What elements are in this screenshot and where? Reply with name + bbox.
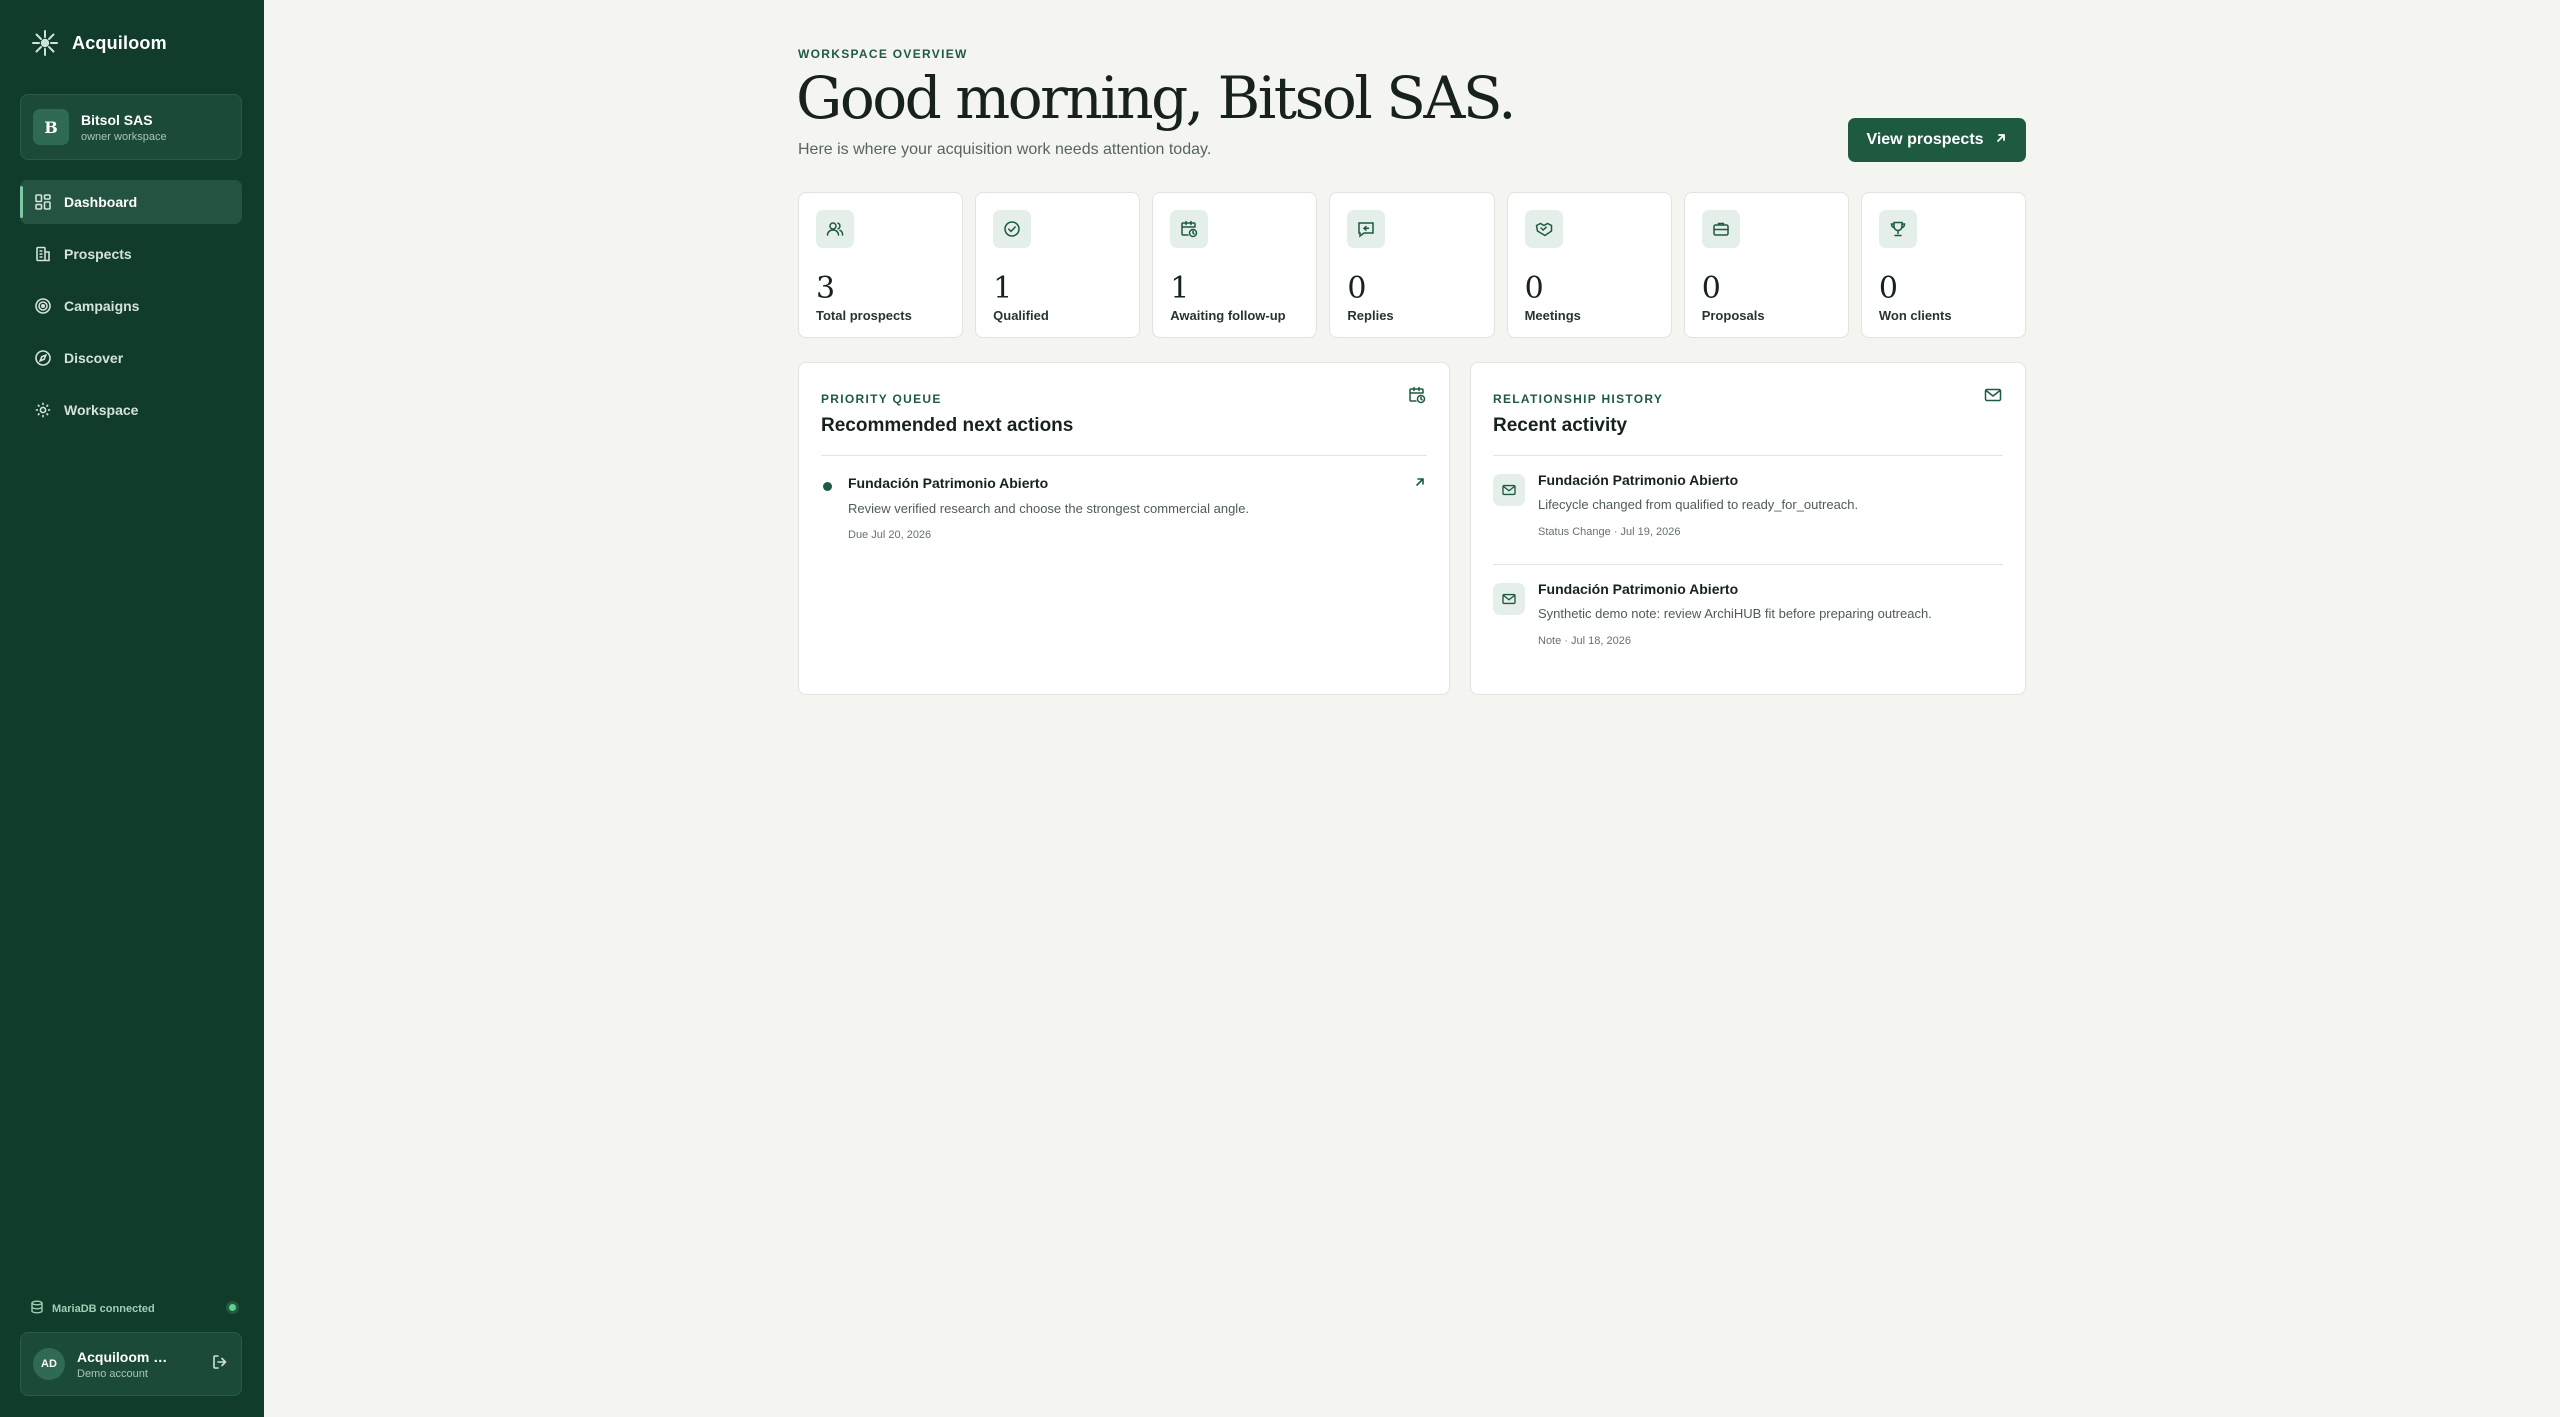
sidebar-item-campaigns[interactable]: Campaigns (20, 284, 242, 328)
acquiloom-logo-icon (30, 28, 60, 58)
stat-label: Qualified (993, 308, 1049, 323)
sidebar-item-label: Workspace (64, 402, 139, 418)
gear-icon (34, 401, 52, 419)
stat-label: Proposals (1701, 308, 1765, 323)
sidebar-item-label: Dashboard (64, 194, 138, 210)
sidebar-nav: Dashboard Prospects Campaigns Discover W… (20, 180, 242, 440)
stat-value: 0 (1878, 271, 1898, 306)
stat-value: 0 (1347, 271, 1367, 306)
calendar-clock-icon (1407, 385, 1427, 410)
prospect-name: Fundación Patrimonio Abierto (848, 475, 1049, 491)
arrow-up-right-icon (1994, 131, 2008, 150)
brand[interactable]: Acquiloom (30, 28, 167, 58)
priority-queue-panel: PRIORITY QUEUE Recommended next actions … (798, 362, 1450, 695)
stat-value: 3 (816, 271, 836, 306)
sidebar-item-label: Discover (64, 350, 124, 366)
stat-card-proposals: 0 Proposals (1683, 192, 1849, 338)
stat-card-replies: 0 Replies (1329, 192, 1495, 338)
stat-card-qualified: 1 Qualified (975, 192, 1141, 338)
account-name: Acquiloom Demo (77, 1348, 177, 1365)
stat-label: Awaiting follow-up (1170, 308, 1286, 323)
sidebar-item-label: Campaigns (64, 298, 140, 314)
stat-card-won-clients: 0 Won clients (1860, 192, 2026, 338)
workspace-switcher[interactable]: B Bitsol SAS owner workspace (20, 94, 242, 160)
arrow-up-right-icon[interactable] (1413, 475, 1427, 494)
mail-icon (1493, 583, 1525, 615)
account-type: Demo account (77, 1367, 148, 1380)
logout-icon[interactable] (211, 1353, 229, 1376)
message-reply-icon (1347, 210, 1386, 248)
stat-card-meetings: 0 Meetings (1506, 192, 1672, 338)
workspace-avatar: B (33, 109, 69, 145)
account-card[interactable]: AD Acquiloom Demo Demo account (20, 1332, 242, 1396)
activity-description: Lifecycle changed from qualified to read… (1538, 497, 1859, 512)
users-icon (816, 210, 854, 248)
sidebar: Acquiloom B Bitsol SAS owner workspace D… (0, 0, 264, 1417)
stat-value: 0 (1701, 271, 1721, 306)
page-title: Good morning, Bitsol SAS. (796, 64, 1517, 132)
stat-label: Won clients (1878, 308, 1952, 323)
briefcase-icon (1701, 210, 1740, 248)
panel-eyebrow: RELATIONSHIP HISTORY (1493, 392, 1664, 406)
stat-value: 0 (1524, 271, 1544, 306)
avatar: AD (33, 1348, 65, 1380)
priority-dot (823, 482, 832, 491)
prospect-name: Fundación Patrimonio Abierto (1538, 581, 1739, 597)
stat-card-awaiting-follow-up: 1 Awaiting follow-up (1152, 192, 1318, 338)
action-description: Review verified research and choose the … (848, 501, 1250, 516)
stat-value: 1 (1170, 271, 1190, 306)
activity-meta: Status Change · Jul 19, 2026 (1538, 526, 1681, 538)
panel-eyebrow: PRIORITY QUEUE (821, 392, 942, 406)
sidebar-item-discover[interactable]: Discover (20, 336, 242, 380)
stats-row: 3 Total prospects 1 Qualified 1 Awaiting… (798, 192, 2026, 338)
trophy-icon (1878, 210, 1917, 248)
target-icon (34, 297, 52, 315)
relationship-history-panel: RELATIONSHIP HISTORY Recent activity Fun… (1470, 362, 2026, 695)
sidebar-item-workspace[interactable]: Workspace (20, 388, 242, 432)
mail-icon (1983, 385, 2003, 410)
brand-name: Acquiloom (72, 32, 167, 53)
list-item[interactable]: Fundación Patrimonio Abierto Lifecycle c… (1493, 456, 2003, 556)
database-icon (30, 1300, 44, 1317)
page-subtitle: Here is where your acquisition work need… (798, 141, 1212, 158)
workspace-role: owner workspace (81, 130, 167, 143)
database-status: MariaDB connected (30, 1300, 236, 1317)
database-status-label: MariaDB connected (52, 1302, 155, 1315)
stat-label: Total prospects (816, 308, 912, 323)
panel-title: Recent activity (1493, 415, 1628, 436)
sidebar-item-label: Prospects (64, 246, 132, 262)
prospect-name: Fundación Patrimonio Abierto (1538, 472, 1739, 488)
calendar-clock-icon (1170, 210, 1209, 248)
check-circle-icon (993, 210, 1032, 248)
list-item[interactable]: Fundación Patrimonio Abierto Synthetic d… (1493, 564, 2003, 664)
stat-label: Replies (1347, 308, 1394, 323)
compass-icon (34, 349, 52, 367)
due-date: Due Jul 20, 2026 (848, 529, 932, 541)
sidebar-item-dashboard[interactable]: Dashboard (20, 180, 242, 224)
grid-icon (34, 193, 52, 211)
stat-value: 1 (993, 271, 1013, 306)
status-indicator (229, 1304, 236, 1311)
panel-title: Recommended next actions (821, 415, 1074, 436)
divider (821, 455, 1427, 456)
handshake-icon (1524, 210, 1563, 248)
activity-meta: Note · Jul 18, 2026 (1538, 635, 1631, 647)
mail-icon (1493, 474, 1525, 506)
sidebar-item-prospects[interactable]: Prospects (20, 232, 242, 276)
button-label: View prospects (1866, 131, 1984, 148)
activity-description: Synthetic demo note: review ArchiHUB fit… (1538, 606, 1932, 621)
stat-label: Meetings (1524, 308, 1581, 323)
building-icon (34, 245, 52, 263)
stat-card-total-prospects: 3 Total prospects (798, 192, 964, 338)
page-eyebrow: WORKSPACE OVERVIEW (798, 47, 968, 61)
workspace-name: Bitsol SAS (81, 111, 153, 128)
view-prospects-button[interactable]: View prospects (1848, 118, 2026, 162)
